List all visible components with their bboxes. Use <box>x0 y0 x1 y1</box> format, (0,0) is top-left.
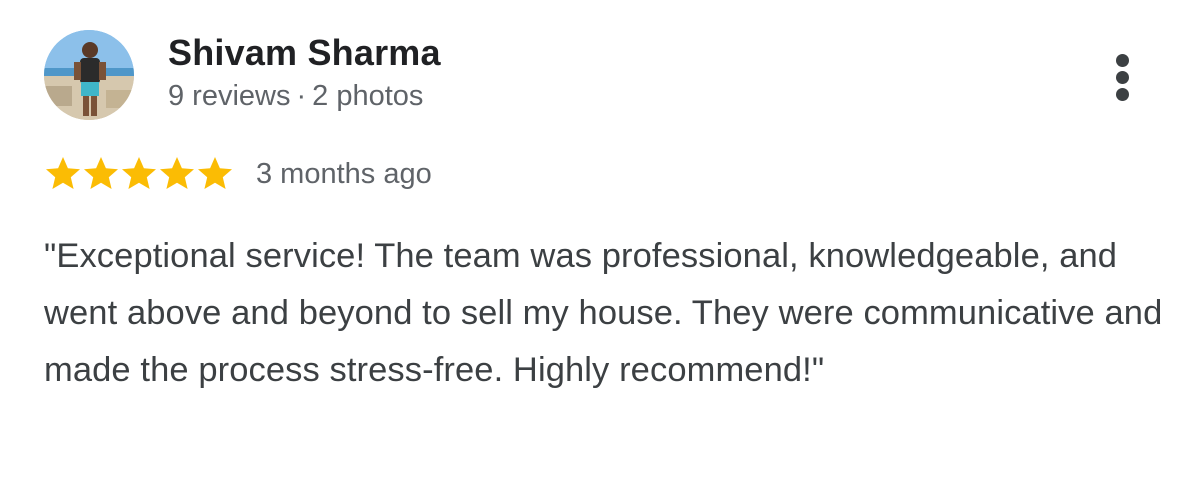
rating-row: 3 months ago <box>44 152 432 196</box>
star-icon <box>44 155 82 193</box>
avatar-photo <box>44 30 134 120</box>
star-rating <box>44 155 234 193</box>
more-dot <box>1116 71 1129 84</box>
star-icon <box>82 155 120 193</box>
more-vert-icon[interactable] <box>1104 50 1140 104</box>
star-icon <box>158 155 196 193</box>
avatar[interactable] <box>44 30 134 120</box>
reviewer-name[interactable]: Shivam Sharma <box>168 32 441 74</box>
reviewer-meta: 9 reviews · 2 photos <box>168 80 423 113</box>
review-date: 3 months ago <box>256 157 432 190</box>
star-icon <box>120 155 158 193</box>
more-dot <box>1116 88 1129 101</box>
more-dot <box>1116 54 1129 67</box>
meta-separator: · <box>296 80 307 112</box>
review-card: Shivam Sharma 9 reviews · 2 photos 3 month… <box>0 0 1200 479</box>
photos-count: 2 photos <box>312 80 424 112</box>
star-icon <box>196 155 234 193</box>
review-text: "Exceptional service! The team was profe… <box>44 237 1163 389</box>
reviews-count: 9 reviews <box>168 80 291 112</box>
